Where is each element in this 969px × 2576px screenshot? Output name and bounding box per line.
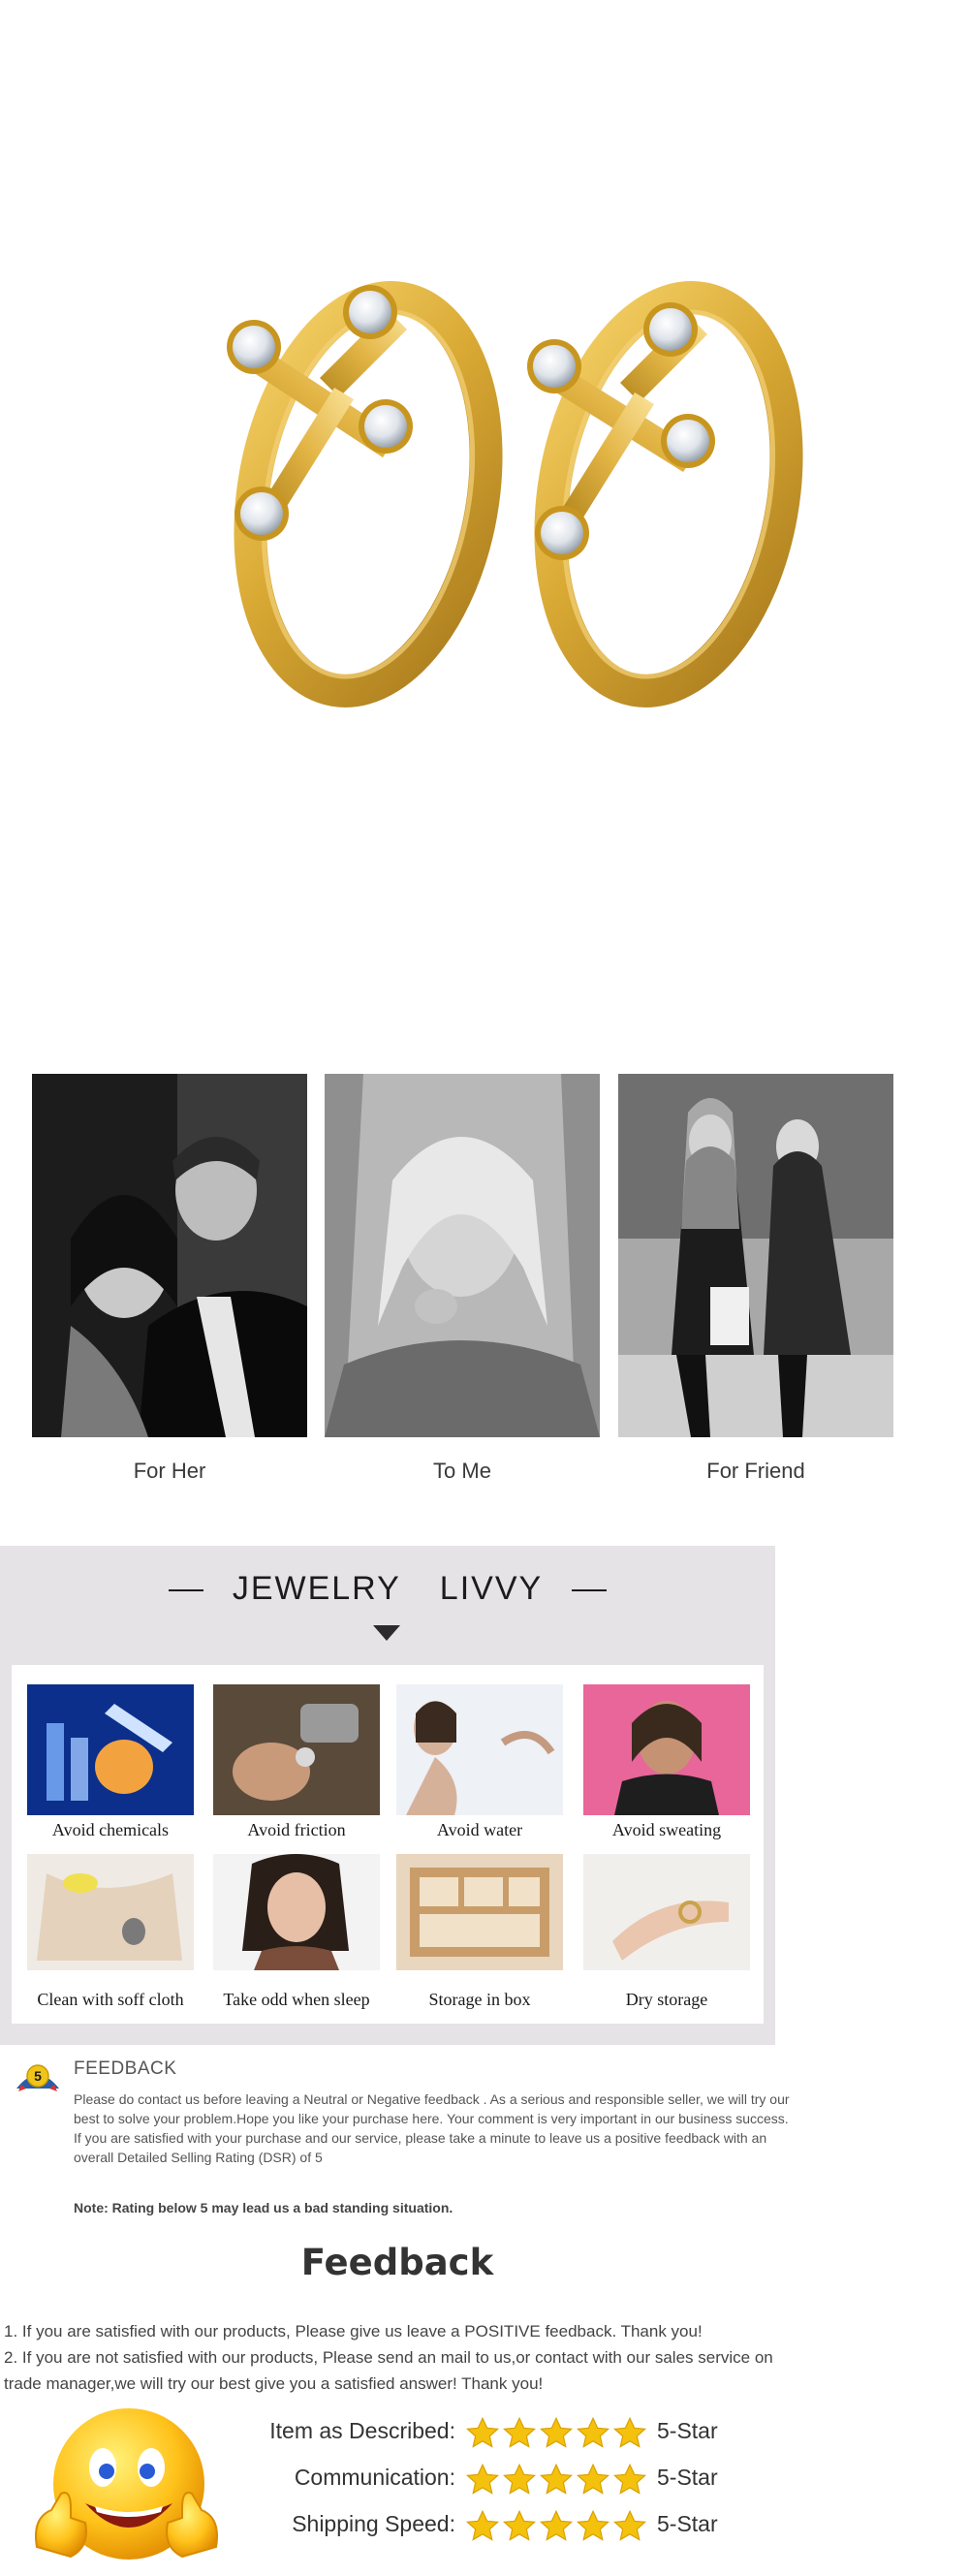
tip-label: Storage in box [428, 1990, 531, 2009]
tip-label: Take odd when sleep [223, 1990, 370, 2009]
feedback-notice-title: FEEDBACK [74, 2058, 177, 2079]
badge-number: 5 [34, 2068, 42, 2084]
header-dash-right [572, 1589, 608, 1592]
gift-section: For Her To Me For Friend [0, 1047, 969, 1502]
gift-photo-woman [325, 1074, 600, 1437]
rating-label: Item as Described: [269, 2418, 455, 2443]
star-icon [539, 2509, 574, 2541]
earring-right [527, 281, 803, 707]
tip-image-dry [583, 1854, 750, 1970]
earring-left [227, 281, 503, 707]
tip-label: Dry storage [625, 1990, 708, 2009]
rating-row-communication: Communication: 5-Star [223, 2463, 746, 2501]
rating-stars [465, 2416, 647, 2451]
feedback-notice-note: Note: Rating below 5 may lead us a bad s… [74, 2200, 453, 2215]
tip-image-sweating [583, 1684, 750, 1815]
product-hero-image [0, 0, 969, 1047]
gift-caption-her: For Her [133, 1459, 206, 1483]
notice-paragraph: Please do contact us before leaving a Ne… [74, 2091, 790, 2126]
jewelry-care-section: JEWELRY LIVVY Avoid chemicals Avoid frict… [0, 1546, 775, 2045]
feedback-notice: 5 FEEDBACK Please do contact us before l… [0, 2045, 969, 2229]
notice-paragraph: If you are satisfied with your purchase … [74, 2130, 767, 2165]
tip-image-sleep [213, 1854, 380, 1970]
star-icon [576, 2463, 610, 2495]
rating-value: 5-Star [657, 2418, 718, 2443]
gift-caption-me: To Me [433, 1459, 491, 1483]
rating-stars [465, 2463, 647, 2497]
tip-image-cloth [27, 1854, 194, 1970]
star-icon [502, 2416, 537, 2448]
star-icon [465, 2509, 500, 2541]
tip-image-chemicals [27, 1684, 194, 1815]
rating-stars [465, 2509, 647, 2544]
gift-photo-friends [618, 1074, 893, 1437]
star-icon [612, 2416, 647, 2448]
tip-label: Avoid chemicals [51, 1820, 170, 1839]
tip-label: Avoid water [436, 1820, 523, 1839]
care-header: JEWELRY LIVVY [0, 1570, 775, 1618]
brand-name-livvy: LIVVY [439, 1570, 544, 1607]
rating-label: Shipping Speed: [292, 2511, 455, 2536]
tip-label: Avoid friction [247, 1820, 346, 1839]
rating-value: 5-Star [657, 2511, 718, 2536]
gift-caption-friend: For Friend [706, 1459, 805, 1483]
tip-image-friction [213, 1684, 380, 1815]
rating-value: 5-Star [657, 2465, 718, 2490]
rating-row-item-described: Item as Described: 5-Star [223, 2416, 746, 2455]
gift-photo-couple [32, 1074, 307, 1437]
thumbs-up-smiley-icon [17, 2402, 231, 2571]
tip-image-box [396, 1854, 563, 1970]
down-arrow-icon [373, 1625, 400, 1641]
star-icon [539, 2416, 574, 2448]
star-icon [576, 2416, 610, 2448]
star-icon [465, 2416, 500, 2448]
header-dash-left [168, 1589, 203, 1592]
care-tips-panel: Avoid chemicals Avoid friction Avoid wat… [12, 1665, 764, 2024]
feedback-notice-body: Please do contact us before leaving a Ne… [74, 2089, 791, 2167]
feedback-line: 1. If you are satisfied with our product… [4, 2322, 703, 2340]
star-icon [612, 2509, 647, 2541]
tip-label: Avoid sweating [611, 1820, 722, 1839]
star-icon [539, 2463, 574, 2495]
feedback-instructions: 1. If you are satisfied with our product… [4, 2318, 808, 2397]
star-icon [465, 2463, 500, 2495]
tip-image-water [396, 1684, 563, 1815]
tip-label: Clean with soff cloth [37, 1990, 184, 2009]
star-icon [502, 2463, 537, 2495]
star-icon [502, 2509, 537, 2541]
feedback-heading: Feedback [300, 2242, 494, 2283]
brand-name-jewelry: JEWELRY [232, 1570, 401, 1607]
five-star-badge-icon: 5 [14, 2059, 62, 2092]
star-icon [576, 2509, 610, 2541]
rating-row-shipping-speed: Shipping Speed: 5-Star [223, 2509, 746, 2548]
feedback-line: 2. If you are not satisfied with our pro… [4, 2348, 773, 2393]
rating-label: Communication: [294, 2465, 455, 2490]
star-icon [612, 2463, 647, 2495]
